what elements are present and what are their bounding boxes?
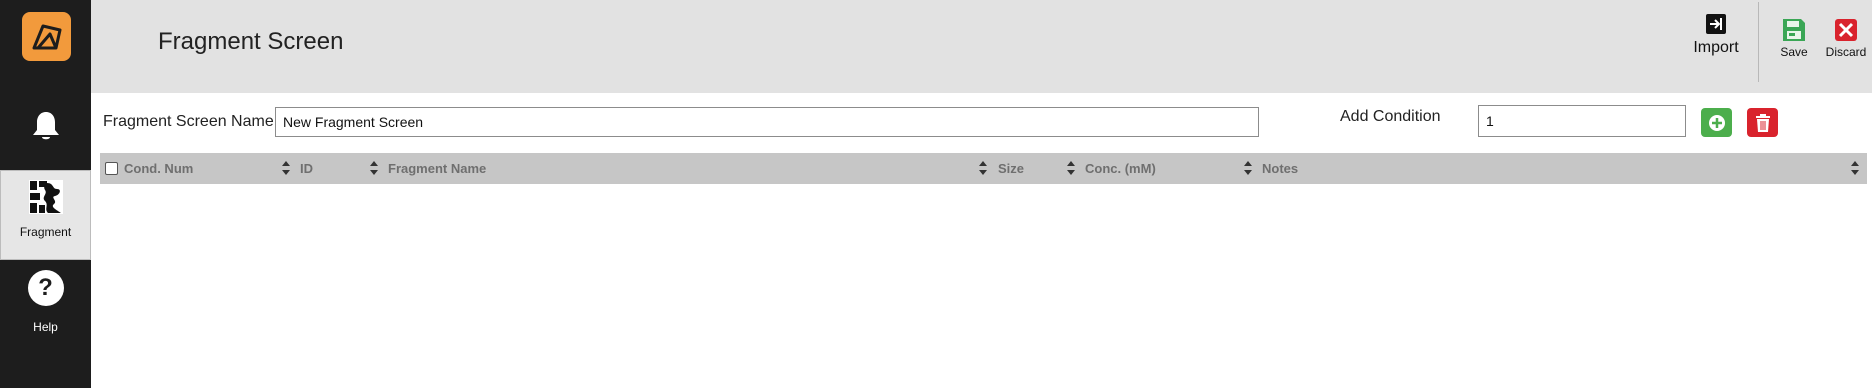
sort-icon[interactable] <box>1066 160 1076 176</box>
fragment-screen-name-input[interactable] <box>275 107 1259 137</box>
column-header-cond-num[interactable]: Cond. Num <box>124 153 193 184</box>
top-header: Fragment Screen Import Save Discard <box>91 0 1872 93</box>
save-icon <box>1783 19 1805 41</box>
page-title: Fragment Screen <box>158 28 344 55</box>
import-label: Import <box>1693 39 1739 56</box>
add-condition-button[interactable] <box>1701 108 1732 137</box>
import-icon <box>1706 14 1726 34</box>
add-condition-input[interactable] <box>1478 105 1686 137</box>
sort-icon[interactable] <box>1850 160 1860 176</box>
column-header-fragment-name[interactable]: Fragment Name <box>388 153 486 184</box>
delete-condition-button[interactable] <box>1747 108 1778 137</box>
table-body <box>100 184 1867 388</box>
discard-button[interactable]: Discard <box>1822 18 1870 59</box>
header-divider <box>1758 2 1759 82</box>
column-header-conc[interactable]: Conc. (mM) <box>1085 153 1156 184</box>
discard-icon <box>1835 19 1857 41</box>
fragment-icon <box>28 180 63 214</box>
sidebar-item-help[interactable]: ? Help <box>0 270 91 345</box>
save-label: Save <box>1780 45 1808 59</box>
sidebar-item-label: Help <box>33 320 58 334</box>
sidebar: Fragment ? Help <box>0 0 91 388</box>
plus-icon <box>1708 114 1725 131</box>
app-logo[interactable] <box>22 12 71 61</box>
sidebar-item-notifications[interactable] <box>0 110 91 150</box>
sort-icon[interactable] <box>369 160 379 176</box>
logo-icon <box>32 24 61 49</box>
save-button[interactable]: Save <box>1774 18 1814 59</box>
column-header-id[interactable]: ID <box>300 153 313 184</box>
app-root: Fragment ? Help Fragment Screen Import S… <box>0 0 1872 388</box>
select-all-checkbox[interactable] <box>105 162 118 175</box>
sidebar-item-fragment[interactable]: Fragment <box>0 170 91 260</box>
sort-icon[interactable] <box>978 160 988 176</box>
help-icon: ? <box>27 270 64 306</box>
bell-icon <box>32 112 59 140</box>
sidebar-item-label: Fragment <box>19 225 72 239</box>
fragment-screen-name-label: Fragment Screen Name <box>103 113 274 130</box>
table-header: Cond. Num ID Fragment Name Size Conc. (m… <box>100 153 1867 184</box>
add-condition-label: Add Condition <box>1340 108 1441 125</box>
sort-icon[interactable] <box>281 160 291 176</box>
discard-label: Discard <box>1825 45 1867 59</box>
column-header-notes[interactable]: Notes <box>1262 153 1298 184</box>
column-header-size[interactable]: Size <box>998 153 1024 184</box>
import-button[interactable]: Import <box>1688 13 1744 57</box>
trash-icon <box>1755 113 1770 132</box>
sort-icon[interactable] <box>1243 160 1253 176</box>
